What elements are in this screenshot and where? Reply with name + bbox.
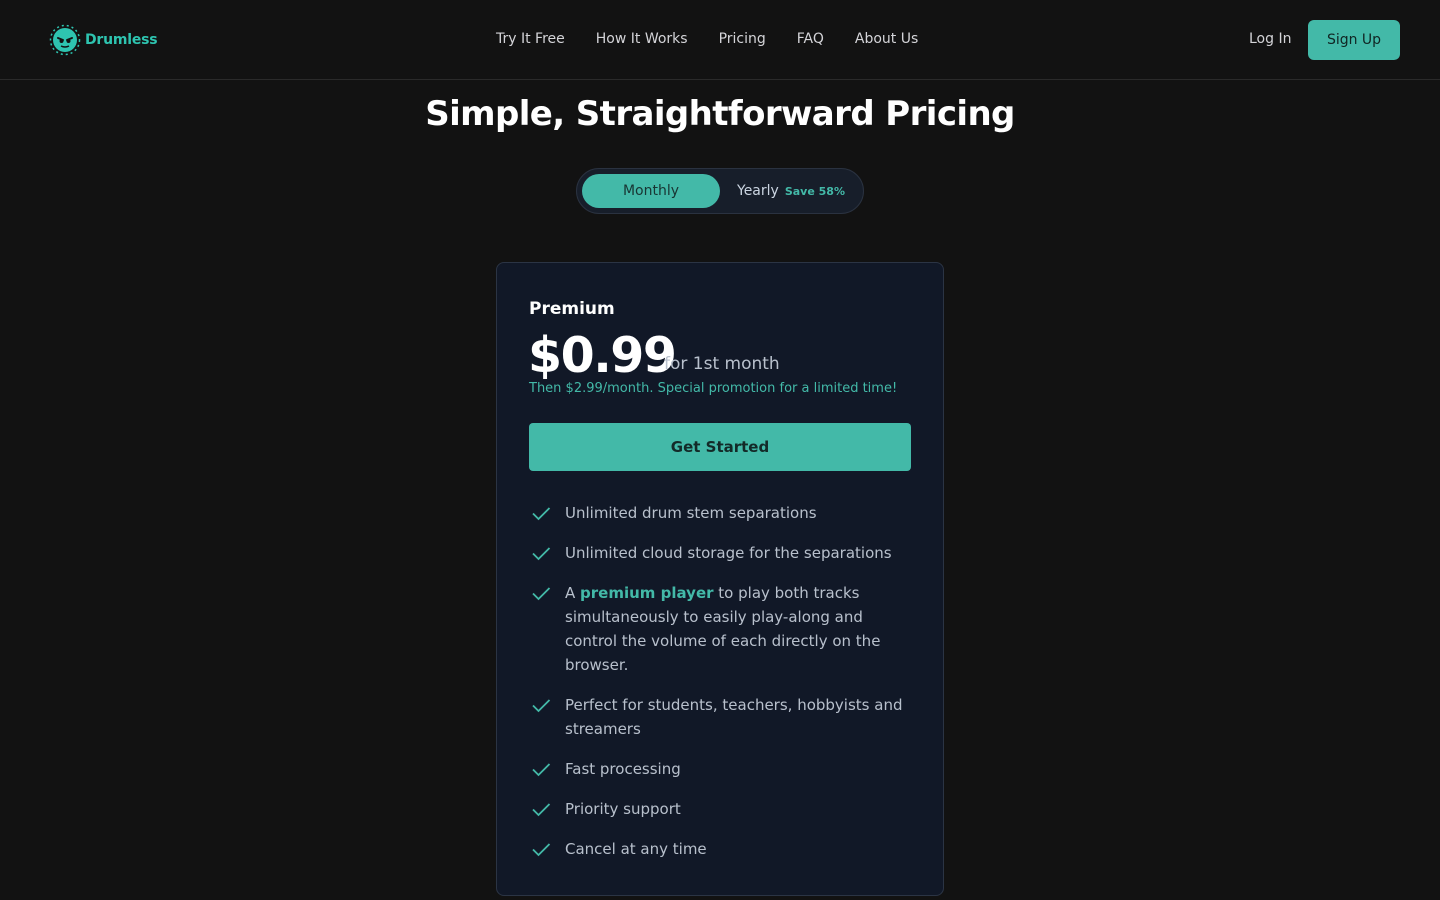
feature-item: Perfect for students, teachers, hobbyist… [529,693,911,741]
nav-try-it-free[interactable]: Try It Free [496,31,565,47]
feature-text-prefix: A [565,584,581,602]
check-icon [532,507,551,521]
top-navbar: Drumless Try It Free How It Works Pricin… [0,0,1440,80]
brand-name: Drumless [85,32,158,48]
check-icon [532,547,551,561]
billing-period-toggle: Monthly Yearly Save 58% [576,168,864,214]
drumless-logo-icon [49,24,81,56]
feature-text: Unlimited cloud storage for the separati… [565,544,892,562]
promo-text: Then $2.99/month. Special promotion for … [529,381,898,396]
check-icon [532,843,551,857]
toggle-yearly-label: Yearly [737,183,779,199]
toggle-monthly[interactable]: Monthly [582,174,720,208]
brand-logo-link[interactable]: Drumless [49,24,158,56]
nav-about-us[interactable]: About Us [855,31,918,47]
plan-period: for 1st month [664,354,780,374]
main-nav: Try It Free How It Works Pricing FAQ Abo… [496,31,918,47]
feature-item: A premium player to play both tracks sim… [529,581,911,677]
feature-text: Perfect for students, teachers, hobbyist… [565,696,903,738]
check-icon [532,763,551,777]
nav-how-it-works[interactable]: How It Works [596,31,688,47]
check-icon [532,587,551,601]
nav-pricing[interactable]: Pricing [719,31,766,47]
signup-button[interactable]: Sign Up [1308,20,1400,60]
feature-text: Priority support [565,800,681,818]
nav-faq[interactable]: FAQ [797,31,824,47]
login-link[interactable]: Log In [1249,31,1291,47]
plan-name: Premium [529,299,615,319]
check-icon [532,699,551,713]
feature-item: Priority support [529,797,911,821]
plan-price: $0.99 [528,327,677,384]
feature-text: Cancel at any time [565,840,707,858]
feature-text: A premium player to play both tracks sim… [565,581,911,677]
toggle-yearly[interactable]: Yearly Save 58% [737,169,845,214]
feature-item: Unlimited drum stem separations [529,501,911,525]
feature-list: Unlimited drum stem separations Unlimite… [529,501,911,877]
feature-text: Unlimited drum stem separations [565,504,817,522]
feature-item: Cancel at any time [529,837,911,861]
pricing-card-premium: Premium $0.99 for 1st month Then $2.99/m… [496,262,944,896]
page-title: Simple, Straightforward Pricing [425,94,1015,134]
save-badge: Save 58% [784,185,845,198]
feature-item: Fast processing [529,757,911,781]
feature-text: Fast processing [565,760,681,778]
premium-player-highlight: premium player [580,584,714,602]
get-started-button[interactable]: Get Started [529,423,911,471]
check-icon [532,803,551,817]
feature-item: Unlimited cloud storage for the separati… [529,541,911,565]
